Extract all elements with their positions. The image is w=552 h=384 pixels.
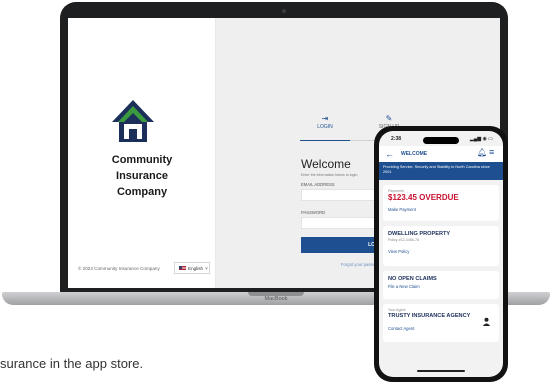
language-label: English — [188, 265, 204, 271]
company-line: Company — [116, 186, 168, 198]
file-claim-link[interactable]: File a New Claim — [388, 284, 494, 289]
overdue-amount: $123.45 OVERDUE — [388, 193, 459, 202]
agent-card: Your Agent TRUSTY INSURANCE AGENCY Conta… — [383, 304, 499, 342]
language-select[interactable]: English ˅ — [174, 262, 210, 274]
phone-title: WELCOME — [401, 151, 428, 157]
company-line: Insurance — [116, 170, 168, 182]
tagline-banner: Providing Service, Security and Stabilit… — [379, 162, 503, 180]
password-label: PASSWORD — [301, 210, 326, 215]
phone-screen: 2:38 ▂▄▆ ◉ ▭ ← WELCOME 🔔︎ ≡ Providing Se… — [379, 131, 503, 377]
policy-card: DWELLING PROPERTY Policy #12-3456-78 Vie… — [383, 226, 499, 266]
copyright-text: © 2023 Community Insurance Company — [78, 266, 160, 271]
login-subtitle: Enter the information below to login. — [301, 173, 359, 177]
caret-icon: ˅ — [205, 265, 208, 271]
email-label: EMAIL ADDRESS — [301, 182, 335, 187]
agent-name: TRUSTY INSURANCE AGENCY — [388, 313, 471, 319]
caption-text: surance in the app store. — [0, 356, 144, 371]
tab-label: LOGIN — [317, 124, 333, 130]
person-icon — [482, 317, 491, 326]
company-line: Community — [111, 154, 173, 166]
claims-card: NO OPEN CLAIMS File a New Claim — [383, 271, 499, 299]
status-icons: ▂▄▆ ◉ ▭ — [469, 136, 493, 142]
edit-icon: ✎ — [385, 114, 393, 123]
view-policy-link[interactable]: View Policy — [388, 249, 494, 254]
make-payment-link[interactable]: Make Payment — [388, 207, 494, 212]
phone-frame: 2:38 ▂▄▆ ◉ ▭ ← WELCOME 🔔︎ ≡ Providing Se… — [374, 126, 508, 382]
claims-title: NO OPEN CLAIMS — [388, 276, 437, 282]
policy-number: Policy #12-3456-78 — [388, 238, 419, 242]
status-time: 2:38 — [391, 136, 402, 142]
us-flag-icon — [179, 266, 186, 270]
tab-login[interactable]: ⇥ LOGIN — [300, 114, 350, 130]
brand-pane: Community Insurance Company © 2023 Commu… — [68, 18, 216, 288]
phone-nav-bar: ← WELCOME 🔔︎ ≡ — [379, 146, 503, 162]
welcome-heading: Welcome — [301, 157, 351, 171]
payments-card: Payments $123.45 OVERDUE Make Payment — [383, 185, 499, 221]
dynamic-island — [423, 137, 459, 144]
webcam — [282, 9, 286, 13]
login-arrow-icon: ⇥ — [321, 114, 329, 123]
company-name: Community Insurance Company — [68, 152, 216, 200]
active-tab-indicator — [300, 140, 350, 141]
policy-title: DWELLING PROPERTY — [388, 231, 451, 237]
bell-icon[interactable]: 🔔︎ — [477, 148, 487, 157]
company-logo-icon — [112, 100, 154, 142]
back-arrow-icon[interactable]: ← — [385, 148, 394, 160]
home-indicator — [417, 370, 465, 372]
contact-agent-link[interactable]: Contact Agent — [388, 326, 494, 331]
hamburger-menu-icon[interactable]: ≡ — [489, 147, 494, 157]
app-promo-stage: Community Insurance Company © 2023 Commu… — [0, 0, 552, 384]
